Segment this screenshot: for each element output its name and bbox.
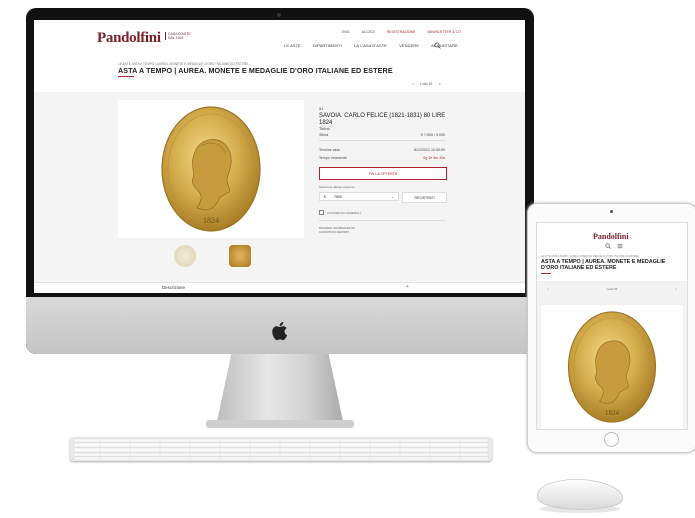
site-header: Pandolfini CASA D'ASTE DAL 1924 ENG ACCE… — [34, 20, 525, 58]
desktop-browser-screen: Pandolfini CASA D'ASTE DAL 1924 ENG ACCE… — [34, 20, 525, 293]
page-title: ASTA A TEMPO | AUREA. MONETE E MEDAGLIE … — [118, 66, 393, 75]
coin-image[interactable]: 1824 — [161, 106, 261, 232]
tablet-header-icons — [605, 243, 623, 249]
site-logo[interactable]: Pandolfini — [593, 232, 629, 241]
lot-image-card[interactable]: 1824 — [118, 100, 304, 238]
home-button — [604, 432, 619, 447]
nav-item-vendere[interactable]: VENDERE — [399, 43, 419, 48]
search-icon[interactable] — [605, 243, 611, 249]
chevron-down-icon: ⌄ — [390, 194, 394, 199]
coin-image[interactable]: 1824 — [567, 311, 657, 423]
coin-year: 1824 — [605, 409, 620, 417]
remaining-label: Tempo rimanente — [319, 156, 347, 160]
breadcrumb[interactable]: LE ASTE ASTA A TEMPO | AUREA. MONETE E M… — [541, 255, 681, 258]
bid-amount-select[interactable]: € 7500 ⌄ — [319, 192, 399, 201]
apple-logo-icon — [272, 321, 288, 341]
description-tab-bar[interactable] — [34, 282, 525, 293]
coin-year: 1824 — [203, 216, 219, 225]
title-underline — [118, 76, 134, 77]
lot-pager-label[interactable]: Lotto 51 — [420, 82, 433, 86]
top-link-language[interactable]: ENG — [342, 30, 350, 34]
bid-note: Seleziona offerta massima — [319, 185, 355, 189]
next-lot-button[interactable]: > — [675, 287, 677, 291]
top-link-newsletter[interactable]: NEWSLETTER & CO — [427, 30, 460, 34]
thumbnail-reverse[interactable] — [229, 245, 251, 267]
prev-lot-button[interactable]: < — [412, 82, 414, 86]
lot-pager-label[interactable]: Lotto 51 — [607, 287, 618, 291]
lot-pager: < Lotto 51 > — [412, 82, 441, 86]
register-button[interactable]: REGISTRATI — [402, 192, 447, 203]
place-bid-button[interactable]: FAI LA OFFERTA — [319, 167, 447, 180]
camera-icon — [610, 210, 613, 213]
imac-stand-base — [206, 420, 354, 428]
tablet-browser-screen: Pandolfini LE ASTE ASTA A TEMPO | AUREA.… — [536, 222, 688, 430]
top-links: ENG ACCEDI REGISTRAZIONE NEWSLETTER & CO — [342, 30, 461, 34]
end-value: 8/12/2021 10:59:00 — [414, 148, 445, 152]
title-underline — [541, 273, 551, 274]
estimate-value: € 7.000 / 9.000 — [421, 133, 445, 137]
search-icon[interactable] — [434, 42, 441, 49]
page-title: ASTA A TEMPO | AUREA. MONETE E MEDAGLIE … — [541, 259, 666, 271]
divider — [319, 140, 445, 141]
conditions-label: CONDIZIONI GENERALI — [327, 210, 361, 215]
nav-item-casa-d-aste[interactable]: LA CASA D'ASTE — [354, 43, 387, 48]
prev-lot-button[interactable]: < — [547, 287, 549, 291]
lot-number: 51 — [319, 106, 324, 111]
site-logo[interactable]: Pandolfini — [97, 30, 161, 47]
divider — [319, 220, 445, 221]
expand-icon[interactable]: + — [406, 284, 409, 290]
magic-mouse — [536, 479, 624, 513]
description-tab[interactable]: Descrizione — [162, 285, 185, 290]
menu-icon[interactable] — [617, 243, 623, 249]
top-link-register[interactable]: REGISTRAZIONE — [387, 30, 416, 34]
logo-tagline: CASA D'ASTE DAL 1924 — [165, 32, 194, 40]
estimate-label: Stima — [319, 133, 329, 137]
lot-image-card[interactable]: 1824 — [541, 305, 683, 429]
condition-report-link[interactable]: CONDITION REPORT — [319, 230, 349, 234]
currency-symbol: € — [324, 194, 326, 199]
nav-item-aste[interactable]: LE ASTE — [284, 43, 301, 48]
camera-icon — [277, 13, 281, 17]
top-link-login[interactable]: ACCEDI — [362, 30, 375, 34]
end-label: Termine asta — [319, 148, 340, 152]
nav-item-dipartimenti[interactable]: DIPARTIMENTI — [313, 43, 342, 48]
bid-amount-value: 7500 — [334, 194, 342, 199]
checkbox-icon[interactable] — [319, 210, 324, 215]
lot-location: Torino — [319, 126, 330, 131]
lot-title: SAVOIA. CARLO FELICE (1821-1831) 80 LIRE… — [319, 113, 446, 126]
remaining-value: 0g 1h 9m 40s — [423, 156, 445, 160]
main-nav: LE ASTE DIPARTIMENTI LA CASA D'ASTE VEND… — [284, 43, 458, 48]
next-lot-button[interactable]: > — [439, 82, 441, 86]
lot-pager: < Lotto 51 > — [547, 287, 677, 291]
thumbnail-obverse[interactable] — [174, 245, 196, 267]
imac-stand — [216, 354, 344, 426]
conditions-link[interactable]: CONDIZIONI GENERALI — [319, 210, 361, 215]
keyboard — [70, 437, 492, 461]
